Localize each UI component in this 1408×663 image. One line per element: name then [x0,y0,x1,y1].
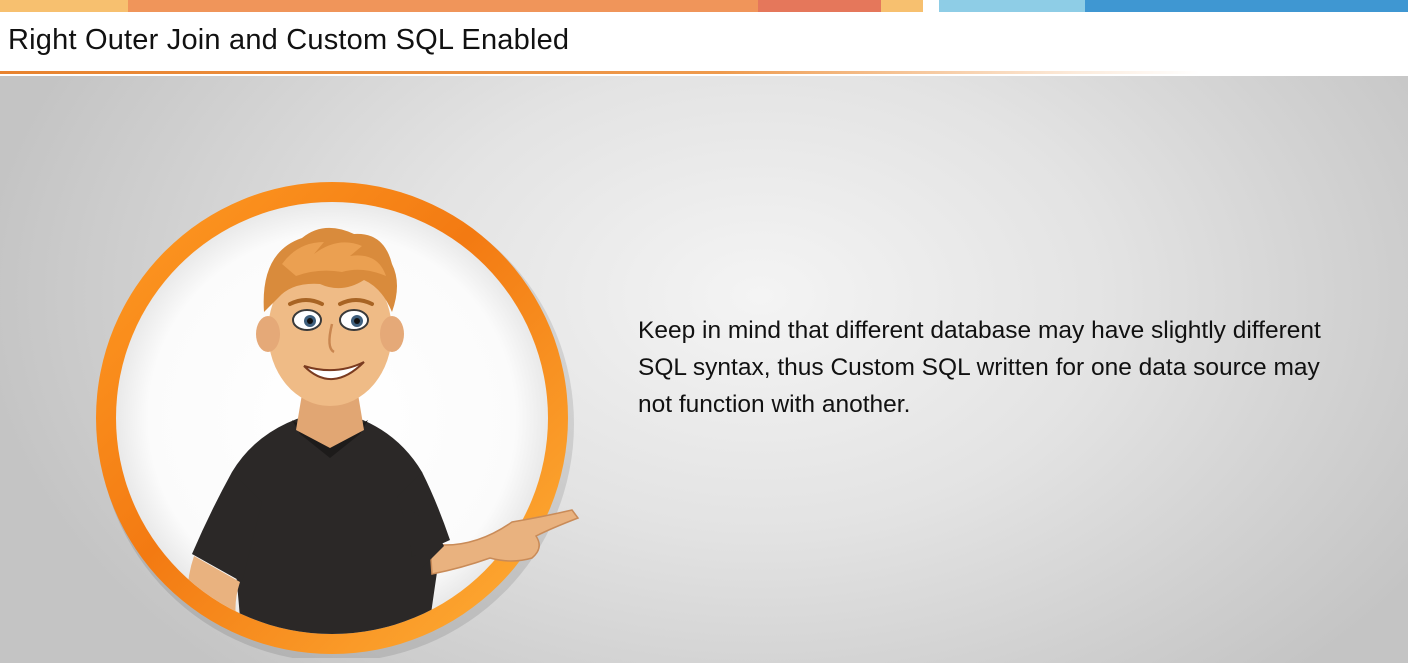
strip-segment-4 [881,0,923,12]
title-underline [0,71,1200,74]
strip-segment-1 [0,0,128,12]
strip-segment-3 [758,0,881,12]
slide-header: Right Outer Join and Custom SQL Enabled [0,12,1408,76]
strip-segment-gap [923,0,939,12]
slide-title: Right Outer Join and Custom SQL Enabled [8,24,570,56]
top-color-strip [0,0,1408,12]
presenter-character-icon [96,182,580,658]
strip-segment-5 [939,0,1085,12]
strip-segment-2 [128,0,758,12]
slide-content: Keep in mind that different database may… [0,76,1408,663]
slide-body-text: Keep in mind that different database may… [638,317,1321,418]
strip-segment-6 [1085,0,1408,12]
